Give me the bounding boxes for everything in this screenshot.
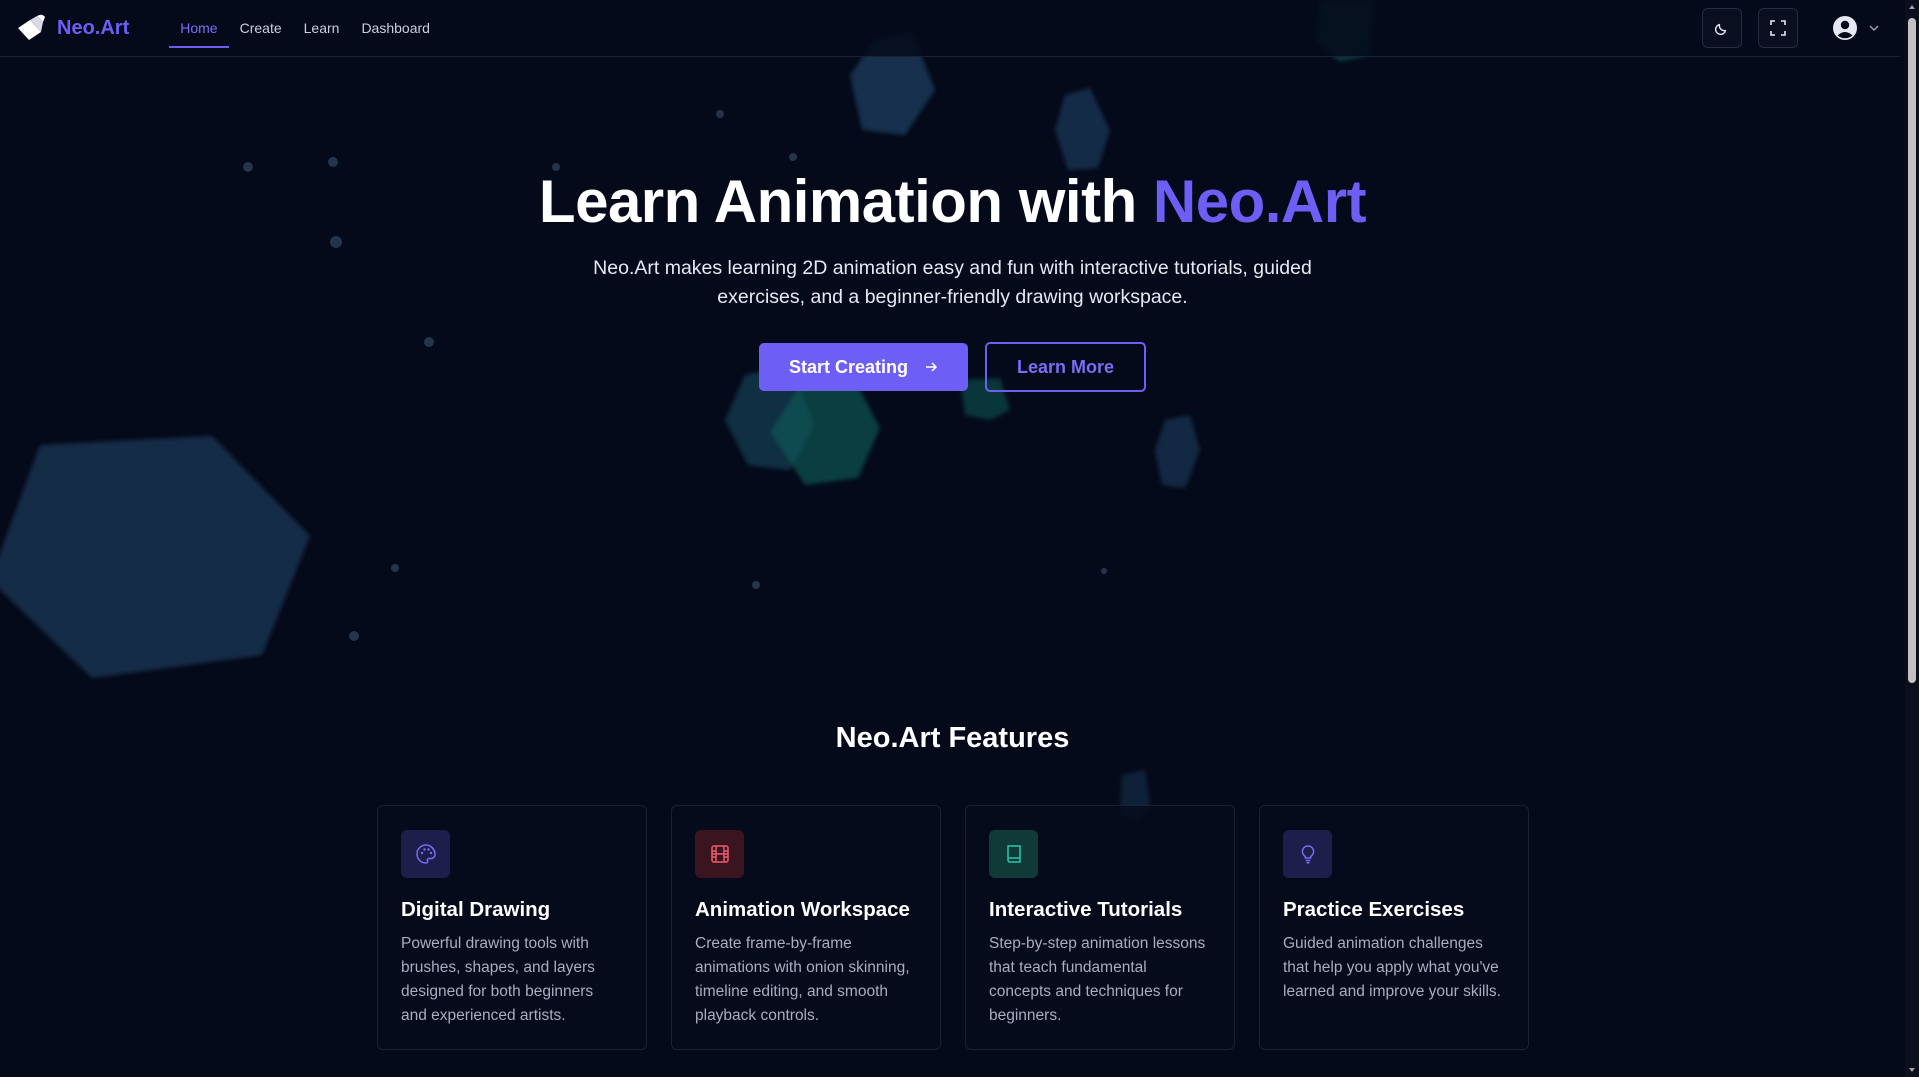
card-title: Digital Drawing [401,898,551,921]
nav-link-learn[interactable]: Learn [293,0,351,57]
arrow-right-icon [926,362,938,372]
card-description: Create frame-by-frame animations with on… [695,935,910,1024]
user-menu[interactable] [1832,15,1880,41]
card-title: Interactive Tutorials [989,898,1183,921]
user-avatar-icon [1833,16,1857,40]
card-title: Practice Exercises [1283,898,1465,921]
card-description: Powerful drawing tools with brushes, sha… [401,935,595,1024]
lightbulb-icon [1301,845,1314,864]
nav-link-home[interactable]: Home [169,0,229,57]
moon-icon [1714,23,1727,36]
film-icon [710,845,729,863]
brand-name: Neo.Art [57,16,130,39]
feature-card-digital-drawing[interactable]: Digital Drawing Powerful drawing tools w… [377,805,647,1050]
theme-toggle-button[interactable] [1702,8,1742,48]
card-description: Step-by-step animation lessons that teac… [989,935,1206,1024]
hero-title-main: Learn Animation with [538,168,1153,235]
film-icon-badge [695,830,744,878]
scrollbar-thumb[interactable] [1908,18,1916,683]
hero-title-accent: Neo.Art [1152,168,1367,235]
nav-actions [1686,8,1880,48]
hero-subtitle: Neo.Art makes learning 2D animation easy… [593,257,1312,308]
fullscreen-icon [1770,20,1786,36]
card-description: Guided animation challenges that help yo… [1283,935,1501,1000]
lightbulb-icon-badge [1283,830,1332,878]
card-title: Animation Workspace [695,898,910,921]
learn-more-button[interactable]: Learn More [985,342,1146,392]
book-icon [1006,845,1021,863]
nav-link-dashboard[interactable]: Dashboard [350,0,441,57]
feature-card-interactive-tutorials[interactable]: Interactive Tutorials Step-by-step anima… [965,805,1235,1050]
chevron-down-icon [1869,25,1879,31]
brand[interactable]: Neo.Art [15,0,129,57]
features-title: Neo.Art Features [835,722,1070,754]
fullscreen-button[interactable] [1758,8,1798,48]
palette-icon-badge [401,830,450,878]
hero-title: Learn Animation with Neo.Art [0,167,1905,236]
feature-cards: Digital Drawing Powerful drawing tools w… [377,805,1529,1050]
start-creating-button[interactable]: Start Creating [759,343,968,391]
brush-logo-icon [18,14,45,40]
feature-card-practice-exercises[interactable]: Practice Exercises Guided animation chal… [1259,805,1529,1050]
nav-link-create[interactable]: Create [229,0,293,57]
top-navbar: Neo.Art Home Create Learn Dashboard [0,0,1900,57]
scroll-down-arrow-icon[interactable] [1908,1066,1916,1074]
feature-card-animation-workspace[interactable]: Animation Workspace Create frame-by-fram… [671,805,941,1050]
page-scrollbar[interactable] [1905,0,1919,1077]
nav-links: Home Create Learn Dashboard [169,0,441,57]
book-icon-badge [989,830,1038,878]
palette-icon [415,844,436,864]
start-creating-label: Start Creating [788,356,909,377]
scroll-up-arrow-icon[interactable] [1908,3,1916,11]
